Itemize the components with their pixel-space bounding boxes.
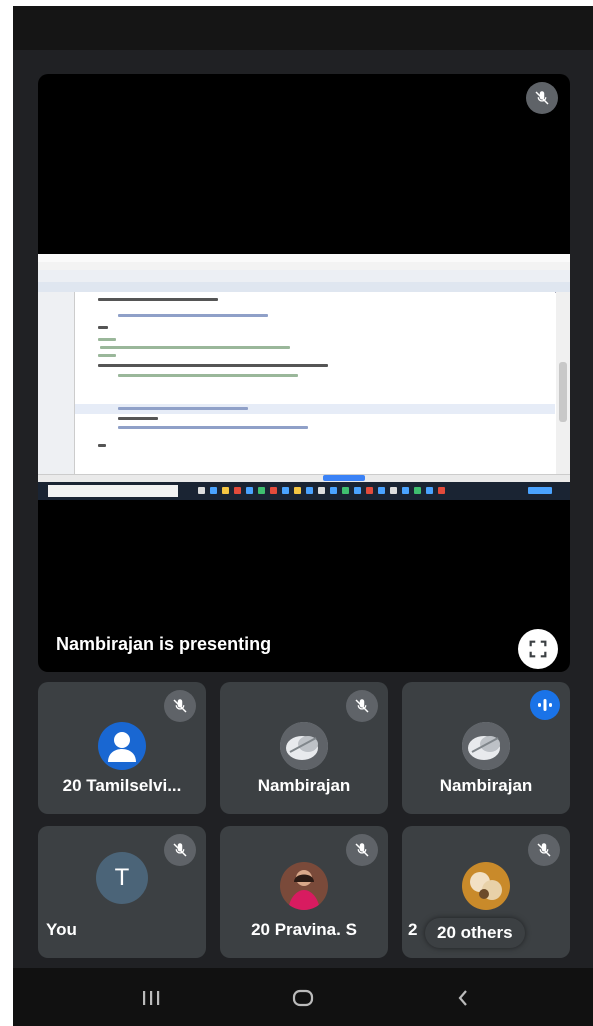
taskbar-app-icon <box>378 487 385 494</box>
meet-screen: Nambirajan is presenting 20 Tamilselvi..… <box>13 6 593 1026</box>
code-line <box>118 417 158 420</box>
participant-name: Nambirajan <box>257 776 351 795</box>
avatar-photo <box>280 722 328 770</box>
taskbar-app-icon <box>258 487 265 494</box>
participant-tile[interactable]: Nambirajan <box>402 682 570 814</box>
participant-tile-self[interactable]: T You <box>38 826 206 958</box>
person-icon <box>98 722 146 770</box>
taskbar-app-icon <box>318 487 325 494</box>
ide-scroll-thumb <box>559 362 567 422</box>
avatar-letter: T <box>96 852 148 904</box>
code-line <box>98 444 106 447</box>
code-line <box>98 298 218 301</box>
taskbar-clock <box>528 487 552 494</box>
code-line <box>98 338 116 341</box>
avatar-photo <box>462 862 510 910</box>
avatar-photo <box>280 862 328 910</box>
ide-button <box>323 475 365 481</box>
taskbar-app-icon <box>222 487 229 494</box>
mic-off-icon <box>164 690 196 722</box>
mic-off-icon <box>346 834 378 866</box>
taskbar-app-icon <box>342 487 349 494</box>
home-icon <box>292 989 314 1007</box>
participant-name: 20 Pravina. S <box>251 920 357 939</box>
mic-off-icon <box>526 82 558 114</box>
avatar-photo <box>462 722 510 770</box>
ide-scrollbar <box>556 292 570 474</box>
taskbar-app-icon <box>414 487 421 494</box>
taskbar-app-icon <box>306 487 313 494</box>
participant-name: 2 <box>408 920 418 939</box>
taskbar-app-icon <box>426 487 433 494</box>
fullscreen-icon <box>529 640 547 658</box>
taskbar-app-icon <box>282 487 289 494</box>
mic-off-icon <box>346 690 378 722</box>
code-line <box>98 364 328 367</box>
ide-code-editor <box>75 292 555 474</box>
left-border <box>0 0 13 1026</box>
ide-menu-bar <box>38 262 570 270</box>
android-nav-bar <box>13 968 593 1026</box>
taskbar-app-icon <box>402 487 409 494</box>
fullscreen-button[interactable] <box>518 629 558 669</box>
taskbar-app-icon <box>270 487 277 494</box>
recent-apps-icon <box>143 991 160 1005</box>
taskbar-app-icon <box>330 487 337 494</box>
code-line <box>98 326 108 329</box>
status-bar <box>13 6 593 50</box>
participant-tile[interactable]: Nambirajan <box>220 682 388 814</box>
speaking-indicator-icon <box>530 690 560 720</box>
taskbar-search-box <box>48 485 178 497</box>
taskbar-app-icon <box>354 487 361 494</box>
participant-name: You <box>46 920 77 939</box>
participant-name: Nambirajan <box>439 776 533 795</box>
code-line <box>100 346 290 349</box>
participant-name: 20 Tamilselvi... <box>62 776 182 795</box>
mic-off-icon <box>528 834 560 866</box>
participant-tile[interactable]: 2 20 others <box>402 826 570 958</box>
back-icon <box>458 990 467 1006</box>
participant-tile[interactable]: 20 Tamilselvi... <box>38 682 206 814</box>
taskbar-app-icon <box>438 487 445 494</box>
shared-screen-content <box>38 254 570 500</box>
code-line <box>118 374 298 377</box>
taskbar-app-icon <box>246 487 253 494</box>
taskbar-app-icon <box>234 487 241 494</box>
others-button[interactable]: 20 others <box>425 918 525 948</box>
back-button[interactable] <box>443 986 483 1010</box>
taskbar-app-icon <box>198 487 205 494</box>
taskbar-app-icon <box>210 487 217 494</box>
code-line <box>118 407 248 410</box>
code-line <box>118 426 308 429</box>
mic-off-icon <box>164 834 196 866</box>
recent-apps-button[interactable] <box>131 986 171 1010</box>
code-line <box>118 314 268 317</box>
participant-tile[interactable]: 20 Pravina. S <box>220 826 388 958</box>
taskbar-app-icon <box>390 487 397 494</box>
presentation-tile[interactable]: Nambirajan is presenting <box>38 74 570 672</box>
presenting-label: Nambirajan is presenting <box>56 634 272 654</box>
code-line <box>98 354 116 357</box>
taskbar-app-icon <box>366 487 373 494</box>
home-button[interactable] <box>283 986 323 1010</box>
ide-line-gutter <box>38 292 75 474</box>
taskbar-app-icon <box>294 487 301 494</box>
